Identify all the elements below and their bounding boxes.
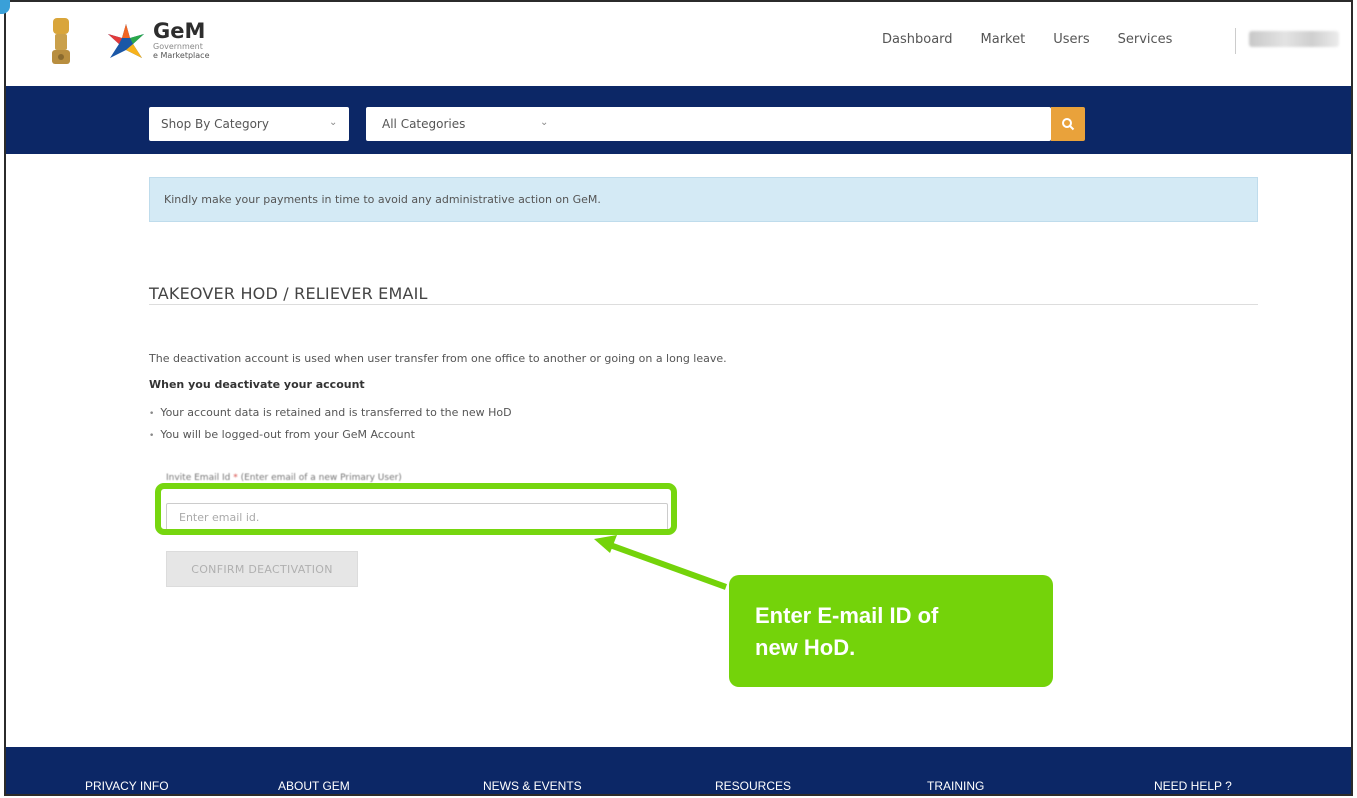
title-divider	[149, 304, 1258, 305]
instruction-callout: Enter E-mail ID of new HoD.	[729, 575, 1053, 687]
user-menu-blurred[interactable]	[1249, 31, 1339, 47]
shop-by-category-label: Shop By Category	[161, 117, 269, 131]
chevron-down-icon: ⌄	[329, 117, 338, 128]
chevron-down-icon: ⌄	[540, 117, 549, 128]
email-hint: (Enter email of a new Primary User)	[240, 473, 402, 483]
browser-frame: GeM Government e Marketplace Dashboard M…	[4, 0, 1353, 796]
national-emblem-icon	[52, 18, 70, 64]
callout-line-1: Enter E-mail ID of	[755, 603, 939, 628]
footer-link-about[interactable]: ABOUT GEM	[278, 779, 350, 793]
sub-heading: When you deactivate your account	[149, 378, 365, 391]
footer-link-news[interactable]: NEWS & EVENTS	[483, 779, 582, 793]
search-button[interactable]	[1051, 107, 1085, 141]
search-input[interactable]: All Categories ⌄	[366, 107, 1051, 141]
nav-users[interactable]: Users	[1053, 32, 1089, 47]
nav-divider	[1235, 28, 1236, 54]
footer-link-help[interactable]: NEED HELP ?	[1154, 779, 1232, 793]
nav-market[interactable]: Market	[981, 32, 1026, 47]
all-categories-dropdown[interactable]: All Categories	[382, 117, 465, 131]
payment-alert: Kindly make your payments in time to avo…	[149, 177, 1258, 222]
search-band: Shop By Category ⌄ All Categories ⌄	[6, 86, 1351, 154]
brand-block: GeM Government e Marketplace	[153, 20, 210, 61]
shop-by-category-dropdown[interactable]: Shop By Category ⌄	[149, 107, 349, 141]
email-field-label: Invite Email Id * (Enter email of a new …	[166, 473, 402, 483]
nav-dashboard[interactable]: Dashboard	[882, 32, 953, 47]
footer-link-privacy[interactable]: PRIVACY INFO	[85, 779, 169, 793]
gem-logo-icon	[108, 24, 144, 58]
description-text: The deactivation account is used when us…	[149, 352, 727, 365]
brand-name: GeM	[153, 19, 206, 43]
required-mark: *	[233, 473, 238, 483]
callout-line-2: new HoD.	[755, 635, 856, 660]
list-item: Your account data is retained and is tra…	[149, 406, 511, 428]
list-item: You will be logged-out from your GeM Acc…	[149, 428, 512, 450]
footer: PRIVACY INFO ABOUT GEM NEWS & EVENTS RES…	[6, 747, 1351, 794]
confirm-deactivation-button[interactable]: CONFIRM DEACTIVATION	[166, 551, 358, 587]
info-bullets: Your account data is retained and is tra…	[149, 406, 512, 450]
page-title: TAKEOVER HOD / RELIEVER EMAIL	[149, 284, 428, 303]
email-label-text: Invite Email Id	[166, 473, 231, 483]
brand-sub2: e Marketplace	[153, 51, 210, 60]
brand-sub: Government	[153, 42, 203, 51]
footer-link-resources[interactable]: RESOURCES	[715, 779, 791, 793]
email-field[interactable]	[166, 503, 668, 531]
footer-link-training[interactable]: TRAINING	[927, 779, 984, 793]
search-icon	[1062, 118, 1075, 131]
top-header: GeM Government e Marketplace Dashboard M…	[6, 2, 1351, 86]
nav-services[interactable]: Services	[1118, 32, 1173, 47]
top-nav: Dashboard Market Users Services	[882, 32, 1200, 47]
